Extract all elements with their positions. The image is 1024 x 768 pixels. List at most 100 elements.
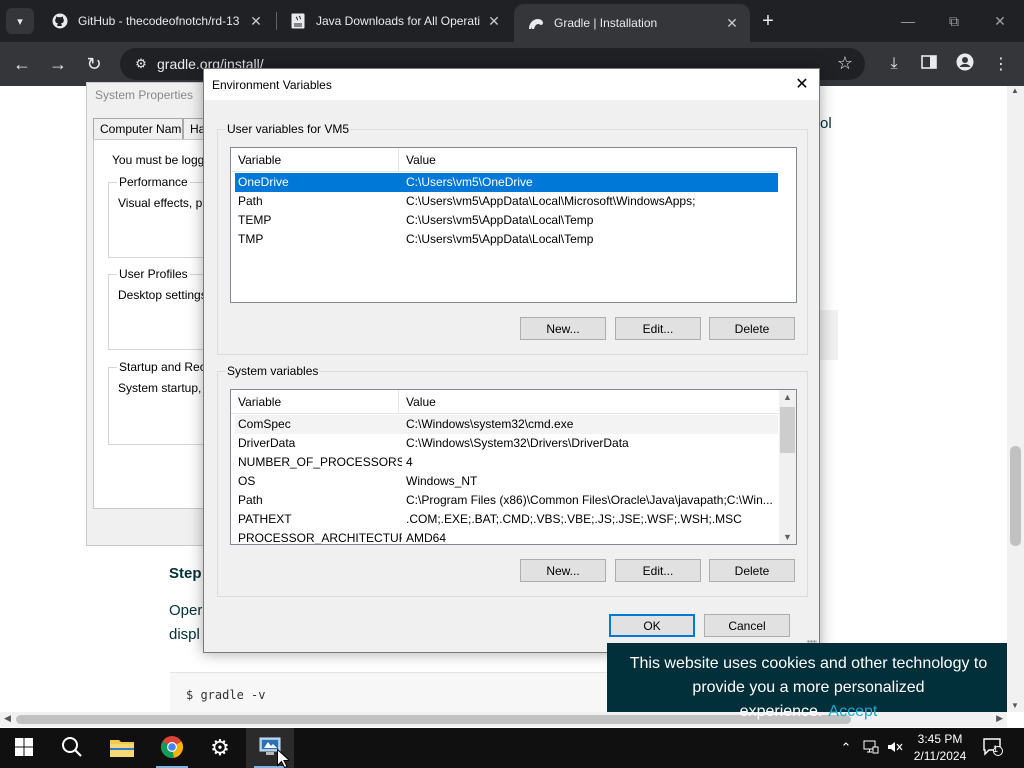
table-row[interactable]: TMP C:\Users\vm5\AppData\Local\Temp (235, 230, 778, 249)
page-vertical-scrollbar[interactable]: ▲ ▼ (1007, 86, 1024, 712)
variable-value: .COM;.EXE;.BAT;.CMD;.VBS;.VBE;.JS;.JSE;.… (406, 512, 742, 526)
table-row[interactable]: DriverData C:\Windows\System32\Drivers\D… (235, 434, 778, 453)
logon-note: You must be logged (112, 153, 218, 167)
variable-value: AMD64 (406, 531, 447, 545)
scroll-thumb[interactable] (16, 715, 851, 724)
table-row[interactable]: TEMP C:\Users\vm5\AppData\Local\Temp (235, 211, 778, 230)
system-edit-button[interactable]: Edit... (615, 559, 701, 582)
column-header-variable[interactable]: Variable (231, 148, 399, 172)
close-window-button[interactable]: ✕ (980, 8, 1020, 34)
group-title: System variables (226, 364, 320, 378)
variable-name: TEMP (238, 213, 272, 227)
table-row[interactable]: ComSpec C:\Windows\system32\cmd.exe (235, 415, 778, 434)
volume-muted-icon (887, 740, 903, 757)
table-row[interactable]: Path C:\Program Files (x86)\Common Files… (235, 491, 778, 510)
close-tab-icon[interactable]: ✕ (246, 11, 266, 31)
variable-name: PROCESSOR_ARCHITECTURE (238, 531, 402, 545)
gradle-icon (528, 15, 544, 31)
variable-value: C:\Users\vm5\OneDrive (406, 175, 533, 189)
table-row[interactable]: OS Windows_NT (235, 472, 778, 491)
user-variables-list[interactable]: Variable Value OneDrive C:\Users\vm5\One… (230, 147, 797, 303)
forward-button[interactable]: → (45, 51, 71, 77)
table-row[interactable]: OneDrive C:\Users\vm5\OneDrive (235, 173, 778, 192)
column-header-value[interactable]: Value (399, 390, 779, 414)
scroll-up-icon[interactable]: ▲ (783, 392, 792, 402)
user-edit-button[interactable]: Edit... (615, 317, 701, 340)
variable-name: NUMBER_OF_PROCESSORS (238, 455, 402, 469)
variable-name: TMP (238, 232, 264, 246)
close-tab-icon[interactable]: ✕ (722, 13, 742, 33)
taskbar-search-button[interactable] (48, 728, 96, 768)
tab-search-button[interactable]: ▾ (6, 8, 34, 34)
system-variables-list[interactable]: Variable Value ComSpec C:\Windows\system… (230, 389, 797, 545)
variable-value: Windows_NT (406, 474, 478, 488)
tab-title: Gradle | Installation (554, 16, 658, 30)
close-dialog-button[interactable]: ✕ (791, 73, 813, 95)
start-button[interactable] (0, 728, 48, 768)
site-settings-icon[interactable]: ⚙ (132, 55, 150, 73)
variable-value: C:\Users\vm5\AppData\Local\Temp (406, 232, 594, 246)
system-delete-button[interactable]: Delete (709, 559, 795, 582)
paragraph-fragment: Oper (169, 602, 203, 619)
tab-gradle-installation[interactable]: Gradle | Installation ✕ (514, 4, 750, 42)
reload-button[interactable]: ↻ (81, 51, 107, 77)
mouse-cursor-icon (277, 748, 291, 768)
user-variables-group: User variables for VM5 Variable Value On… (217, 122, 808, 355)
profile-button[interactable] (952, 51, 978, 77)
tab-computer-name[interactable]: Computer Name (93, 118, 183, 139)
volume-status[interactable] (884, 728, 906, 768)
taskbar-settings[interactable]: ⚙ (196, 728, 244, 768)
ok-button[interactable]: OK (609, 614, 695, 637)
menu-button[interactable]: ⋮ (988, 51, 1014, 77)
column-header-variable[interactable]: Variable (231, 390, 399, 414)
user-new-button[interactable]: New... (520, 317, 606, 340)
tab-github[interactable]: GitHub - thecodeofnotch/rd-13 ✕ (38, 0, 274, 42)
show-hidden-icons-button[interactable]: ⌃ (836, 728, 856, 768)
more-vert-icon: ⋮ (993, 56, 1009, 73)
taskbar-file-explorer[interactable] (98, 728, 146, 768)
list-vertical-scrollbar[interactable]: ▲ ▼ (779, 390, 796, 544)
scroll-down-icon[interactable]: ▼ (783, 532, 792, 542)
tab-java-downloads[interactable]: Java Downloads for All Operati ✕ (276, 0, 512, 42)
system-clock[interactable]: 3:45 PM 2/11/2024 (906, 731, 974, 765)
scroll-left-icon[interactable]: ◀ (4, 713, 11, 724)
download-icon: ⤓ (890, 55, 898, 72)
table-row[interactable]: PATHEXT .COM;.EXE;.BAT;.CMD;.VBS;.VBE;.J… (235, 510, 778, 529)
browser-tab-strip: ▾ GitHub - thecodeofnotch/rd-13 ✕ Java D… (0, 0, 1024, 42)
variable-name: Path (238, 493, 263, 507)
notification-count: 1 (993, 744, 999, 754)
variable-name: OneDrive (238, 175, 289, 189)
variable-name: ComSpec (238, 417, 291, 431)
scroll-right-icon[interactable]: ▶ (996, 713, 1003, 724)
side-panel-button[interactable] (916, 51, 942, 77)
cancel-button[interactable]: Cancel (704, 614, 790, 637)
scroll-thumb[interactable] (780, 407, 795, 453)
taskbar-chrome[interactable] (148, 728, 196, 768)
code-block: $ gradle -v (170, 672, 620, 712)
user-delete-button[interactable]: Delete (709, 317, 795, 340)
back-button[interactable]: ← (9, 51, 35, 77)
scroll-up-icon[interactable]: ▲ (1011, 86, 1019, 95)
scroll-down-icon[interactable]: ▼ (1011, 701, 1019, 710)
scroll-thumb[interactable] (1010, 446, 1021, 546)
dialog-title-bar[interactable]: Environment Variables ✕ (204, 69, 819, 100)
notifications-button[interactable]: 1 (980, 728, 1006, 768)
tab-title: Java Downloads for All Operati (316, 14, 481, 28)
network-status[interactable] (860, 728, 882, 768)
close-tab-icon[interactable]: ✕ (484, 11, 504, 31)
system-new-button[interactable]: New... (520, 559, 606, 582)
column-header-value[interactable]: Value (399, 148, 779, 172)
variable-value: C:\Users\vm5\AppData\Local\Temp (406, 213, 594, 227)
minimize-button[interactable]: — (888, 8, 928, 34)
table-row[interactable]: NUMBER_OF_PROCESSORS 4 (235, 453, 778, 472)
paragraph-fragment: displ (169, 626, 200, 643)
variable-value: C:\Users\vm5\AppData\Local\Microsoft\Win… (406, 194, 696, 208)
new-tab-button[interactable]: + (756, 9, 780, 33)
restore-button[interactable]: ⧉ (934, 8, 974, 34)
table-row[interactable]: PROCESSOR_ARCHITECTURE AMD64 (235, 529, 778, 545)
bookmark-star-icon[interactable]: ☆ (837, 53, 853, 74)
downloads-button[interactable]: ⤓ (881, 51, 907, 77)
step-heading-fragment: Step (169, 565, 202, 582)
table-row[interactable]: Path C:\Users\vm5\AppData\Local\Microsof… (235, 192, 778, 211)
accept-cookies-link[interactable]: Accept (828, 703, 877, 720)
